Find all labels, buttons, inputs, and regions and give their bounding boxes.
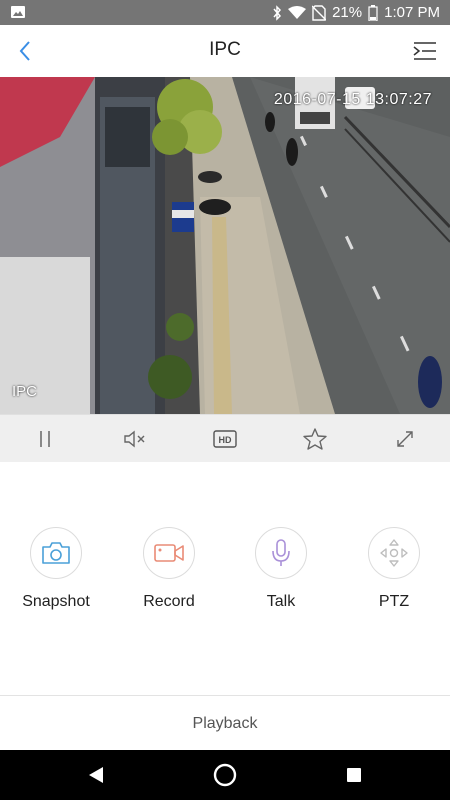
hd-label: HD <box>219 435 232 445</box>
mute-button[interactable] <box>122 427 148 451</box>
microphone-icon <box>272 539 290 566</box>
system-back-button[interactable] <box>84 763 108 787</box>
action-buttons: Snapshot Record Talk PTZ <box>0 527 450 617</box>
bluetooth-icon <box>273 4 282 21</box>
snapshot-label: Snapshot <box>22 593 90 610</box>
talk-button[interactable]: Talk <box>231 527 331 611</box>
battery-percent: 21% <box>332 4 363 21</box>
direction-pad-icon <box>380 539 408 567</box>
back-triangle-icon <box>89 767 103 783</box>
pause-icon <box>40 431 50 447</box>
playback-button[interactable]: Playback <box>0 695 450 750</box>
hd-icon: HD <box>213 430 237 448</box>
video-timestamp: 2016-07-15 13:07:27 <box>273 91 432 108</box>
wifi-icon <box>288 5 307 19</box>
video-camera-icon <box>154 544 184 562</box>
image-icon <box>11 6 25 18</box>
star-icon <box>303 428 327 450</box>
page-title: IPC <box>209 39 241 60</box>
favorite-button[interactable] <box>302 427 328 451</box>
app-header: IPC <box>0 25 450 77</box>
video-feed[interactable]: 2016-07-15 13:07:27 IPC <box>0 77 450 414</box>
menu-collapse-icon <box>413 42 436 60</box>
battery-icon <box>368 4 378 21</box>
talk-label: Talk <box>266 593 296 610</box>
menu-button[interactable] <box>412 39 438 63</box>
recents-square-icon <box>347 768 361 782</box>
status-left <box>10 4 26 20</box>
hd-button[interactable]: HD <box>212 427 238 451</box>
status-right: 21% 1:07 PM <box>272 4 440 21</box>
record-label: Record <box>143 593 195 610</box>
ptz-label: PTZ <box>378 593 410 610</box>
expand-icon <box>397 431 413 447</box>
fullscreen-button[interactable] <box>392 427 418 451</box>
record-circle[interactable] <box>143 527 195 579</box>
playback-control-bar: HD <box>0 414 450 462</box>
no-sim-icon <box>312 4 327 21</box>
speaker-muted-icon <box>124 430 145 448</box>
home-circle-icon <box>213 763 237 787</box>
snapshot-button[interactable]: Snapshot <box>6 527 106 611</box>
clock: 1:07 PM <box>384 4 440 21</box>
system-home-button[interactable] <box>213 763 237 787</box>
status-bar: 21% 1:07 PM <box>0 0 450 25</box>
talk-circle[interactable] <box>255 527 307 579</box>
camera-scene-image <box>0 77 450 414</box>
ptz-button[interactable]: PTZ <box>344 527 444 611</box>
system-recents-button[interactable] <box>342 763 366 787</box>
camera-icon <box>42 542 70 564</box>
system-navigation-bar <box>0 750 450 800</box>
pause-button[interactable] <box>32 427 58 451</box>
ptz-circle[interactable] <box>368 527 420 579</box>
video-camera-name: IPC <box>12 383 38 400</box>
snapshot-circle[interactable] <box>30 527 82 579</box>
record-button[interactable]: Record <box>119 527 219 611</box>
